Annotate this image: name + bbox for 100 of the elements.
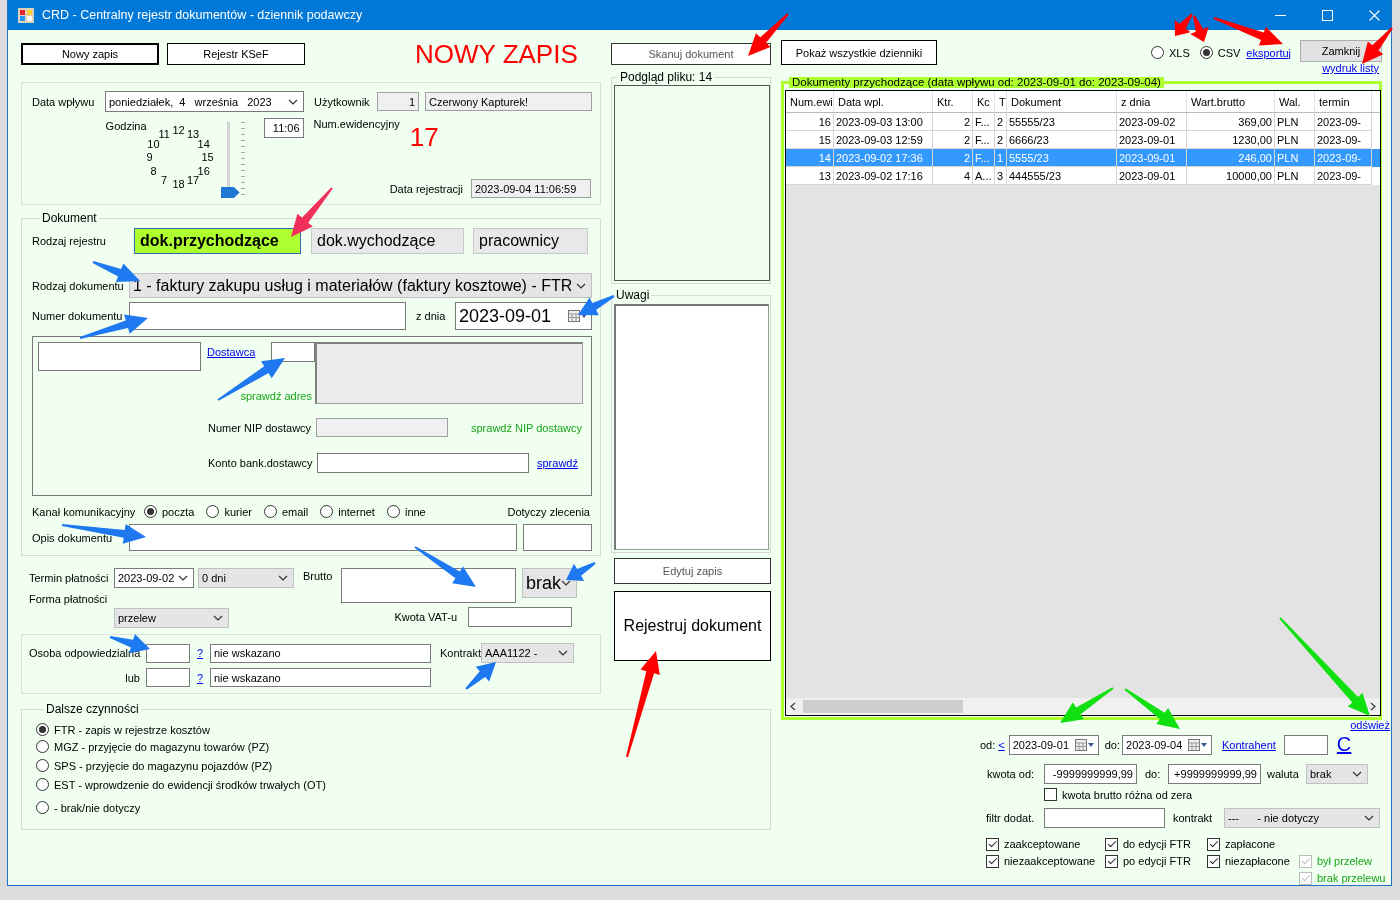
column-header[interactable]: Num.ewi bbox=[790, 95, 833, 108]
radio-icon[interactable] bbox=[263, 505, 277, 518]
maximize-icon[interactable] bbox=[1322, 9, 1333, 21]
table-row[interactable]: 13 2023-09-02 17:16 4 A... 3 444555/23 2023-09-01 10000,00 PLN 2023-09- bbox=[786, 167, 1380, 185]
dropdown[interactable]: przelew bbox=[114, 608, 229, 628]
slider-thumb[interactable] bbox=[220, 187, 240, 198]
text-field[interactable] bbox=[271, 342, 315, 362]
text-field[interactable]: +9999999999,99 bbox=[1168, 764, 1261, 784]
button[interactable]: Rejestr KSeF bbox=[167, 43, 305, 65]
table-row[interactable]: 16 2023-09-03 13:00 2 F... 2 55555/23 2023-09-02 369,00 PLN 2023-09- bbox=[786, 113, 1380, 131]
refresh-link[interactable]: odśwież bbox=[1350, 720, 1390, 731]
date-picker[interactable]: 2023-09-01 bbox=[455, 302, 592, 330]
text-field[interactable] bbox=[129, 302, 406, 330]
supplier-link[interactable]: Dostawca bbox=[207, 346, 256, 358]
dropdown[interactable]: --- - nie dotyczy bbox=[1224, 808, 1380, 828]
radio-icon[interactable] bbox=[386, 505, 400, 518]
column-header[interactable]: termin bbox=[1319, 95, 1350, 108]
column-header[interactable]: Kc bbox=[977, 95, 990, 108]
checkbox[interactable]: po edycji FTR bbox=[1105, 854, 1191, 868]
export-link[interactable]: eksportuj bbox=[1246, 46, 1291, 59]
text-field[interactable] bbox=[341, 568, 516, 603]
checkbox-icon[interactable] bbox=[1207, 837, 1220, 851]
date-picker[interactable]: 2023-09-04 bbox=[1122, 734, 1213, 755]
checkbox-icon[interactable] bbox=[1207, 854, 1220, 868]
checkbox-icon[interactable] bbox=[986, 854, 999, 868]
text-field[interactable] bbox=[468, 607, 572, 627]
radio-button[interactable]: EST - wprowdzenie do ewidencji środków trwałych (OT) bbox=[36, 778, 326, 791]
register-tab[interactable]: dok.przychodzące bbox=[134, 228, 301, 254]
text-field[interactable] bbox=[1283, 734, 1328, 755]
text-field[interactable] bbox=[129, 524, 517, 551]
register-tab[interactable]: pracownicy bbox=[473, 228, 588, 254]
text-field[interactable] bbox=[146, 643, 190, 663]
radio-button[interactable]: XLS bbox=[1150, 46, 1190, 59]
table-row[interactable]: 15 2023-09-03 12:59 2 F... 2 6666/23 2023-09-01 1230,00 PLN 2023-09- bbox=[786, 131, 1380, 149]
text-field[interactable]: nie wskazano bbox=[210, 643, 431, 663]
previous-link[interactable]: < bbox=[998, 738, 1005, 751]
text-field[interactable] bbox=[146, 668, 190, 687]
dropdown[interactable]: AAA1122 - bbox=[481, 643, 574, 663]
checkbox-icon[interactable] bbox=[1105, 837, 1118, 851]
time-field[interactable]: 11:06 bbox=[263, 118, 304, 138]
checkbox[interactable]: niezapłacone bbox=[1207, 854, 1290, 868]
radio-button[interactable]: poczta bbox=[144, 505, 195, 518]
address-field[interactable] bbox=[315, 342, 583, 404]
text-field[interactable] bbox=[1044, 808, 1165, 828]
radio-icon[interactable] bbox=[36, 740, 49, 753]
contractor-link[interactable]: Kontrahent bbox=[1222, 738, 1276, 751]
radio-icon[interactable] bbox=[206, 505, 220, 518]
minimize-icon[interactable] bbox=[1275, 14, 1286, 16]
date-picker[interactable]: 2023-09-01 bbox=[1008, 734, 1099, 755]
check-account-link[interactable]: sprawdź bbox=[537, 457, 578, 469]
horizontal-scrollbar[interactable] bbox=[786, 698, 1380, 715]
column-header[interactable]: Wart.brutto bbox=[1191, 95, 1245, 108]
text-field[interactable] bbox=[317, 453, 529, 473]
print-link[interactable]: wydruk listy bbox=[1322, 63, 1379, 74]
date-picker[interactable]: poniedziałek, 4 września 2023 bbox=[105, 91, 304, 112]
text-field[interactable] bbox=[523, 524, 592, 551]
checkbox[interactable]: zaakceptowane bbox=[986, 837, 1081, 851]
button[interactable]: Pokaż wszystkie dzienniki bbox=[781, 40, 937, 65]
close-icon[interactable] bbox=[1369, 9, 1380, 21]
radio-button[interactable]: SPS - przyjęcie do magazynu pojazdów (PZ) bbox=[36, 759, 273, 772]
radio-button[interactable]: - brak/nie dotyczy bbox=[36, 801, 141, 814]
text-field[interactable]: Czerwony Kapturek! bbox=[425, 92, 592, 111]
button[interactable]: Nowy zapis bbox=[21, 43, 159, 65]
checkbox[interactable]: do edycji FTR bbox=[1105, 837, 1191, 851]
checkbox-icon[interactable] bbox=[986, 837, 999, 851]
checkbox[interactable]: niezaakceptowane bbox=[986, 854, 1096, 868]
checkbox[interactable]: kwota brutto różna od zera bbox=[1044, 788, 1193, 801]
radio-icon[interactable] bbox=[1199, 46, 1213, 59]
radio-icon[interactable] bbox=[36, 759, 49, 772]
radio-button[interactable]: FTR - zapis w rejestrze kosztów bbox=[36, 723, 210, 736]
text-field[interactable]: 1 bbox=[377, 92, 419, 111]
dropdown[interactable]: brak bbox=[1306, 764, 1368, 784]
text-field[interactable]: 2023-09-04 11:06:59 bbox=[471, 179, 591, 198]
dropdown[interactable]: 0 dni bbox=[198, 568, 294, 588]
column-header[interactable]: Data wpl. bbox=[838, 95, 884, 108]
radio-icon[interactable] bbox=[144, 505, 157, 518]
checkbox-icon[interactable] bbox=[1105, 854, 1118, 868]
radio-button[interactable]: MGZ - przyjęcie do magazynu towarów (PZ) bbox=[36, 740, 270, 753]
help-link[interactable]: ? bbox=[196, 671, 204, 684]
column-header[interactable]: Dokument bbox=[1011, 95, 1062, 108]
button[interactable]: Skanuj dokument bbox=[611, 43, 771, 65]
register-tab[interactable]: dok.wychodzące bbox=[311, 228, 464, 254]
checkbox-icon[interactable] bbox=[1044, 788, 1057, 801]
text-field[interactable]: nie wskazano bbox=[210, 668, 431, 687]
radio-button[interactable]: inne bbox=[386, 505, 426, 518]
column-header[interactable]: Ktr. bbox=[937, 95, 954, 108]
radio-button[interactable]: CSV bbox=[1199, 46, 1241, 59]
text-field[interactable] bbox=[316, 418, 448, 437]
radio-icon[interactable] bbox=[36, 778, 49, 791]
radio-button[interactable]: kurier bbox=[206, 505, 252, 518]
clear-link[interactable]: C bbox=[1336, 733, 1352, 755]
radio-icon[interactable] bbox=[1150, 46, 1164, 59]
column-header[interactable]: Wal. bbox=[1279, 95, 1301, 108]
text-field[interactable]: -9999999999,99 bbox=[1044, 764, 1137, 784]
radio-icon[interactable] bbox=[36, 723, 49, 736]
button[interactable]: Edytuj zapis bbox=[614, 558, 771, 584]
button[interactable]: Rejestruj dokument bbox=[614, 591, 771, 661]
dropdown[interactable]: brak bbox=[522, 568, 577, 598]
radio-icon[interactable] bbox=[36, 801, 49, 814]
text-field[interactable] bbox=[38, 342, 201, 371]
